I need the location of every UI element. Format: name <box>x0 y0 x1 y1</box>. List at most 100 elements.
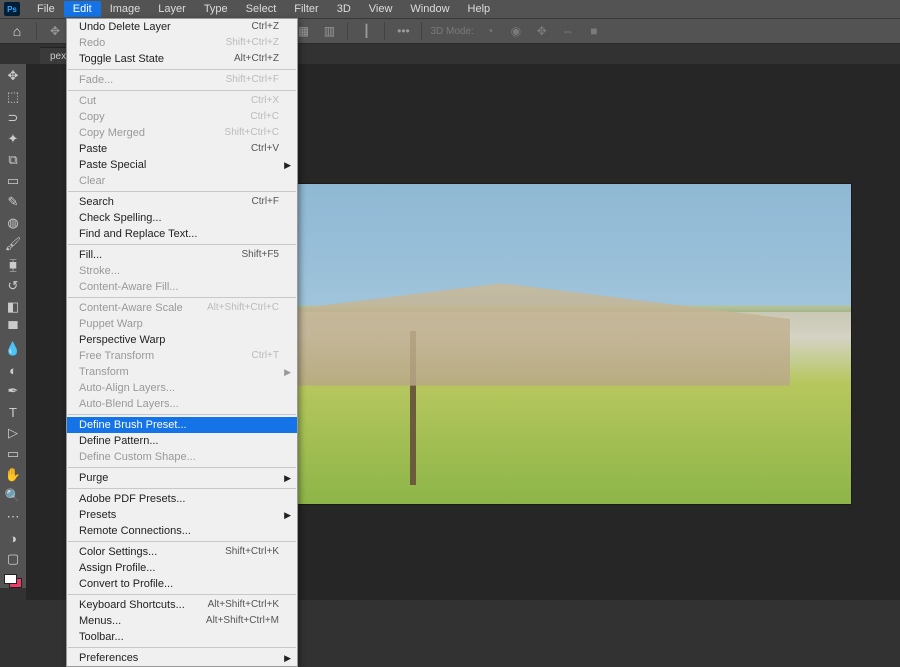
menu-item-presets[interactable]: Presets▶ <box>67 507 297 523</box>
menu-item-label: Cut <box>79 95 96 107</box>
menu-item-label: Assign Profile... <box>79 562 155 574</box>
menu-item-shortcut: Alt+Shift+Ctrl+M <box>206 615 279 627</box>
blur-tool-icon[interactable]: 💧 <box>2 339 24 359</box>
menu-item-perspective-warp[interactable]: Perspective Warp <box>67 332 297 348</box>
menu-separator <box>68 69 296 70</box>
menu-separator <box>68 90 296 91</box>
menu-item-shortcut: Ctrl+Z <box>252 21 280 33</box>
crop-tool-icon[interactable]: ⧉ <box>2 150 24 170</box>
history-tool-icon[interactable]: ↺ <box>2 276 24 296</box>
menu-layer[interactable]: Layer <box>149 1 195 17</box>
screen-tool-icon[interactable]: ▢ <box>2 549 24 569</box>
menu-item-undo-delete-layer[interactable]: Undo Delete Layer Ctrl+Z <box>67 19 297 35</box>
menu-item-auto-align-layers: Auto-Align Layers... <box>67 380 297 396</box>
menu-item-shortcut: Shift+Ctrl+F <box>226 74 279 86</box>
menu-item-define-custom-shape: Define Custom Shape... <box>67 449 297 465</box>
distribute-h-icon[interactable]: ┃ <box>356 22 376 40</box>
menu-window[interactable]: Window <box>401 1 458 17</box>
frame-tool-icon[interactable]: ▭ <box>2 171 24 191</box>
menu-item-shortcut: Alt+Ctrl+Z <box>234 53 279 65</box>
3d-roll-icon: ◉ <box>506 22 526 40</box>
menu-view[interactable]: View <box>360 1 402 17</box>
move-tool-icon[interactable]: ✥ <box>2 66 24 86</box>
eyedropper-tool-icon[interactable]: ✎ <box>2 192 24 212</box>
menu-item-menus[interactable]: Menus...Alt+Shift+Ctrl+M <box>67 613 297 629</box>
submenu-arrow-icon: ▶ <box>284 159 291 171</box>
submenu-arrow-icon: ▶ <box>284 472 291 484</box>
menu-separator <box>68 191 296 192</box>
more-options-icon[interactable]: ••• <box>393 22 413 40</box>
menu-item-label: Transform <box>79 366 129 378</box>
menu-item-find-and-replace-text[interactable]: Find and Replace Text... <box>67 226 297 242</box>
menu-item-check-spelling[interactable]: Check Spelling... <box>67 210 297 226</box>
menu-separator <box>68 414 296 415</box>
hand-tool-icon[interactable]: ✋ <box>2 465 24 485</box>
menu-type[interactable]: Type <box>195 1 237 17</box>
menu-item-label: Toggle Last State <box>79 53 164 65</box>
menu-separator <box>68 488 296 489</box>
menu-item-label: Define Custom Shape... <box>79 451 196 463</box>
color-swatch[interactable] <box>4 574 22 588</box>
menu-filter[interactable]: Filter <box>285 1 327 17</box>
menu-file[interactable]: File <box>28 1 64 17</box>
separator <box>36 22 37 40</box>
menu-item-shortcut: Ctrl+V <box>251 143 279 155</box>
menu-item-remote-connections[interactable]: Remote Connections... <box>67 523 297 539</box>
heal-tool-icon[interactable]: ◍ <box>2 213 24 233</box>
menu-item-label: Undo Delete Layer <box>79 21 171 33</box>
menu-item-purge[interactable]: Purge▶ <box>67 470 297 486</box>
menu-item-paste[interactable]: PasteCtrl+V <box>67 141 297 157</box>
eraser-tool-icon[interactable]: ◧ <box>2 297 24 317</box>
path-tool-icon[interactable]: ▷ <box>2 423 24 443</box>
separator <box>347 22 348 40</box>
menu-edit[interactable]: Edit <box>64 1 101 17</box>
zoom-tool-icon[interactable]: 🔍 <box>2 486 24 506</box>
menu-item-content-aware-scale: Content-Aware ScaleAlt+Shift+Ctrl+C <box>67 300 297 316</box>
menu-item-adobe-pdf-presets[interactable]: Adobe PDF Presets... <box>67 491 297 507</box>
stamp-tool-icon[interactable]: ⧯ <box>2 255 24 275</box>
menu-item-color-settings[interactable]: Color Settings...Shift+Ctrl+K <box>67 544 297 560</box>
gradient-tool-icon[interactable]: ▀ <box>2 318 24 338</box>
menu-item-stroke: Stroke... <box>67 263 297 279</box>
menu-item-preferences[interactable]: Preferences▶ <box>67 650 297 666</box>
menu-item-label: Content-Aware Fill... <box>79 281 178 293</box>
menu-3d[interactable]: 3D <box>328 1 360 17</box>
ps-logo: Ps <box>4 2 20 16</box>
dodge-tool-icon[interactable]: ◐ <box>2 360 24 380</box>
menu-item-label: Presets <box>79 509 116 521</box>
pen-tool-icon[interactable]: ✒ <box>2 381 24 401</box>
menu-select[interactable]: Select <box>237 1 286 17</box>
ellipsis-tool-icon[interactable]: ⋯ <box>2 507 24 527</box>
menu-item-auto-blend-layers: Auto-Blend Layers... <box>67 396 297 412</box>
lasso-tool-icon[interactable]: ⊃ <box>2 108 24 128</box>
menu-item-label: Fade... <box>79 74 113 86</box>
brush-tool-icon[interactable]: 🖌 <box>2 234 24 254</box>
menu-item-define-pattern[interactable]: Define Pattern... <box>67 433 297 449</box>
menu-item-toggle-last-state[interactable]: Toggle Last State Alt+Ctrl+Z <box>67 51 297 67</box>
menu-item-define-brush-preset[interactable]: Define Brush Preset... <box>67 417 297 433</box>
wand-tool-icon[interactable]: ✦ <box>2 129 24 149</box>
menu-item-label: Convert to Profile... <box>79 578 173 590</box>
menubar: Ps FileEditImageLayerTypeSelectFilter3DV… <box>0 0 900 18</box>
toolbox: ✥⬚⊃✦⧉▭✎◍🖌⧯↺◧▀💧◐✒T▷▭✋🔍⋯◑▢ <box>0 64 26 588</box>
rectangle-tool-icon[interactable]: ▭ <box>2 444 24 464</box>
distribute-bottom-icon[interactable]: ▥ <box>319 22 339 40</box>
menu-item-keyboard-shortcuts[interactable]: Keyboard Shortcuts...Alt+Shift+Ctrl+K <box>67 597 297 613</box>
menu-item-fill[interactable]: Fill...Shift+F5 <box>67 247 297 263</box>
menu-item-search[interactable]: SearchCtrl+F <box>67 194 297 210</box>
menu-item-toolbar[interactable]: Toolbar... <box>67 629 297 645</box>
menu-image[interactable]: Image <box>101 1 150 17</box>
menu-item-paste-special[interactable]: Paste Special▶ <box>67 157 297 173</box>
foreground-color[interactable] <box>4 574 17 584</box>
menu-item-label: Content-Aware Scale <box>79 302 183 314</box>
type-tool-icon[interactable]: T <box>2 402 24 422</box>
menu-item-convert-to-profile[interactable]: Convert to Profile... <box>67 576 297 592</box>
menu-item-assign-profile[interactable]: Assign Profile... <box>67 560 297 576</box>
mask-tool-icon[interactable]: ◑ <box>2 528 24 548</box>
marquee-tool-icon[interactable]: ⬚ <box>2 87 24 107</box>
menu-item-shortcut: Shift+Ctrl+C <box>225 127 279 139</box>
move-tool-icon[interactable]: ✥ <box>45 22 65 40</box>
menu-help[interactable]: Help <box>459 1 500 17</box>
menu-item-shortcut: Ctrl+F <box>252 196 280 208</box>
home-icon[interactable]: ⌂ <box>6 22 28 40</box>
